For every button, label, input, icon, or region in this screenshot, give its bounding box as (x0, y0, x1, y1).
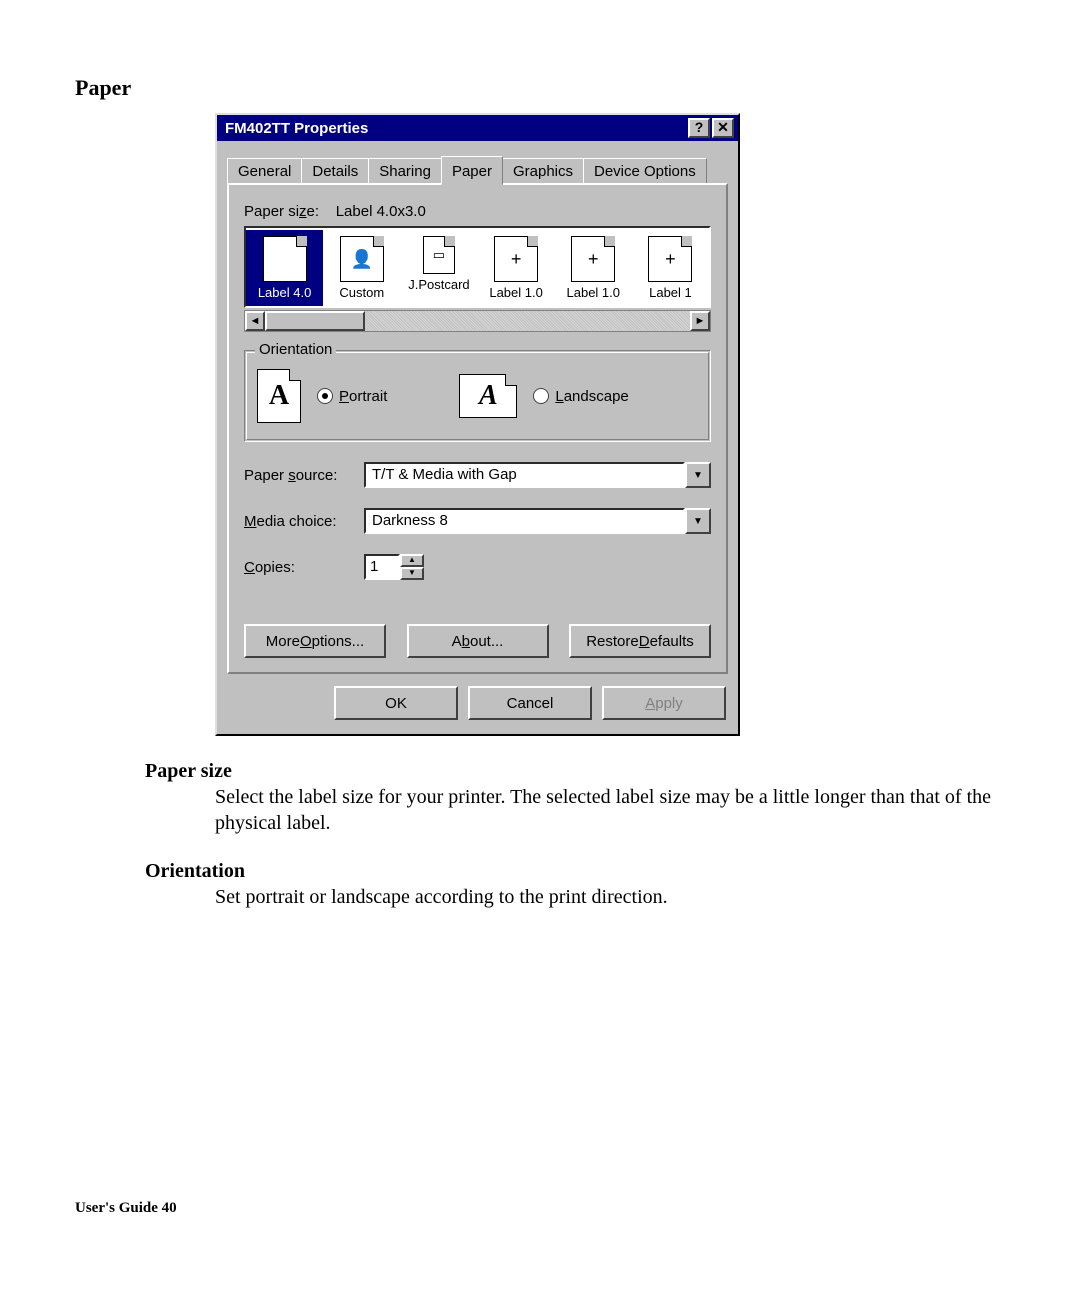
thumb-label: Label 1.0 (567, 285, 621, 300)
doc-paper-size-text: Select the label size for your printer. … (215, 784, 1005, 836)
scroll-left-icon[interactable]: ◄ (245, 311, 265, 331)
thumb-custom[interactable]: 👤 Custom (323, 230, 400, 306)
paper-size-label: Paper size: (244, 203, 319, 220)
more-options-button[interactable]: More Options... (244, 624, 386, 658)
copies-spinner[interactable]: 1 ▲ ▼ (364, 554, 424, 580)
tab-details[interactable]: Details (301, 158, 369, 184)
page-icon: + (263, 236, 307, 282)
properties-dialog: FM402TT Properties ? ✕ General Details S… (215, 113, 740, 736)
spin-up-icon[interactable]: ▲ (400, 554, 424, 567)
titlebar: FM402TT Properties ? ✕ (217, 115, 738, 141)
close-icon[interactable]: ✕ (712, 118, 734, 138)
cancel-button[interactable]: Cancel (468, 686, 592, 720)
paper-source-value: T/T & Media with Gap (364, 462, 685, 488)
paper-size-line: Paper size: Label 4.0x3.0 (244, 203, 711, 220)
scroll-thumb[interactable] (265, 311, 365, 331)
thumb-label: Label 1.0 (489, 285, 543, 300)
media-choice-label: Media choice: (244, 513, 364, 530)
apply-button[interactable]: Apply (602, 686, 726, 720)
copies-value[interactable]: 1 (364, 554, 400, 580)
about-button[interactable]: About... (407, 624, 549, 658)
spin-down-icon[interactable]: ▼ (400, 567, 424, 580)
tabstrip: General Details Sharing Paper Graphics D… (227, 155, 728, 184)
thumb-label-4-0[interactable]: + Label 4.0 (246, 230, 323, 306)
thumb-label-1-0-a[interactable]: + Label 1.0 (478, 230, 555, 306)
titlebar-title: FM402TT Properties (225, 120, 368, 137)
landscape-radio[interactable]: Landscape (533, 388, 628, 405)
chevron-down-icon[interactable]: ▼ (685, 462, 711, 488)
help-icon[interactable]: ? (688, 118, 710, 138)
picker-scrollbar[interactable]: ◄ ► (244, 310, 711, 332)
page-icon: ▭ (423, 236, 455, 274)
doc-orientation-heading: Orientation (145, 858, 1005, 884)
scroll-right-icon[interactable]: ► (690, 311, 710, 331)
page-icon: 👤 (340, 236, 384, 282)
tab-paper[interactable]: Paper (441, 156, 503, 185)
thumb-label-1[interactable]: + Label 1 (632, 230, 709, 306)
doc-orientation-text: Set portrait or landscape according to t… (215, 884, 1005, 910)
paper-source-select[interactable]: T/T & Media with Gap ▼ (364, 462, 711, 488)
thumb-label: Label 4.0 (258, 285, 312, 300)
chevron-down-icon[interactable]: ▼ (685, 508, 711, 534)
page-icon: + (648, 236, 692, 282)
media-choice-select[interactable]: Darkness 8 ▼ (364, 508, 711, 534)
ok-button[interactable]: OK (334, 686, 458, 720)
tab-device-options[interactable]: Device Options (583, 158, 707, 184)
orientation-legend: Orientation (255, 341, 336, 358)
copies-label: Copies: (244, 559, 364, 576)
paper-source-label: Paper source: (244, 467, 364, 484)
portrait-radio[interactable]: Portrait (317, 388, 387, 405)
page-heading: Paper (75, 75, 1005, 101)
scroll-track[interactable] (365, 311, 690, 331)
thumb-label: J.Postcard (408, 277, 469, 292)
paper-size-value: Label 4.0x3.0 (336, 203, 426, 220)
orientation-group: Orientation A Portrait A Landscape (244, 350, 711, 442)
restore-defaults-button[interactable]: Restore Defaults (569, 624, 711, 658)
doc-paper-size-heading: Paper size (145, 758, 1005, 784)
thumb-label: Label 1 (649, 285, 692, 300)
thumb-jpostcard[interactable]: ▭ J.Postcard (400, 230, 477, 306)
thumb-label: Custom (339, 285, 384, 300)
paper-size-picker: + Label 4.0 👤 Custom ▭ J.Postcard + (244, 226, 711, 332)
tab-general[interactable]: General (227, 158, 302, 184)
tab-graphics[interactable]: Graphics (502, 158, 584, 184)
media-choice-value: Darkness 8 (364, 508, 685, 534)
landscape-icon: A (459, 374, 517, 418)
page-icon: + (571, 236, 615, 282)
page-footer: User's Guide 40 (75, 1200, 1005, 1217)
radio-dot-icon (317, 388, 333, 404)
tab-sharing[interactable]: Sharing (368, 158, 442, 184)
thumb-label-1-0-b[interactable]: + Label 1.0 (555, 230, 632, 306)
radio-empty-icon (533, 388, 549, 404)
page-icon: + (494, 236, 538, 282)
portrait-icon: A (257, 369, 301, 423)
